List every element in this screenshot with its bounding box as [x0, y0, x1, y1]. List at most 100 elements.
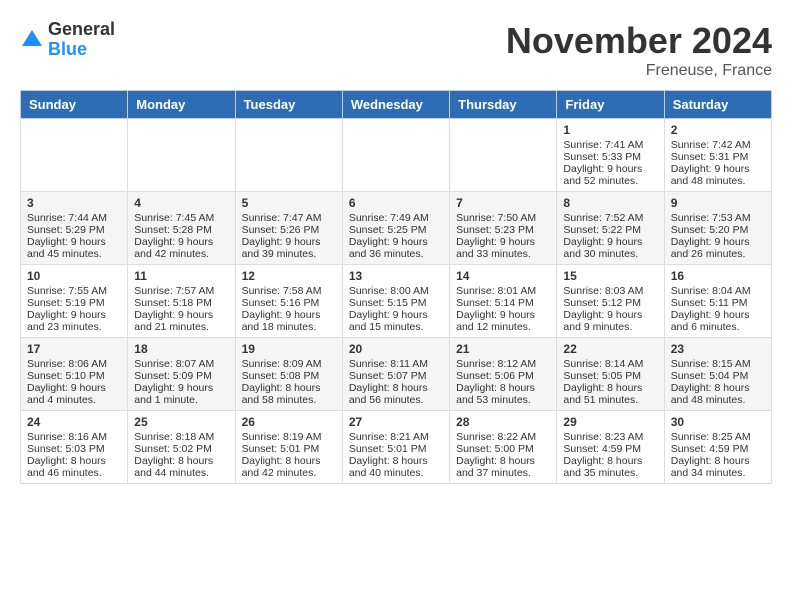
sunset-text: Sunset: 5:22 PM — [563, 224, 657, 236]
daylight-text: Daylight: 9 hours and 48 minutes. — [671, 163, 765, 187]
sunrise-text: Sunrise: 7:49 AM — [349, 212, 443, 224]
sunset-text: Sunset: 5:33 PM — [563, 151, 657, 163]
sunrise-text: Sunrise: 7:45 AM — [134, 212, 228, 224]
sunset-text: Sunset: 5:00 PM — [456, 443, 550, 455]
day-number: 3 — [27, 196, 121, 210]
calendar-cell — [235, 119, 342, 192]
calendar-cell: 16 Sunrise: 8:04 AM Sunset: 5:11 PM Dayl… — [664, 265, 771, 338]
daylight-text: Daylight: 9 hours and 12 minutes. — [456, 309, 550, 333]
daylight-text: Daylight: 9 hours and 21 minutes. — [134, 309, 228, 333]
calendar-cell: 18 Sunrise: 8:07 AM Sunset: 5:09 PM Dayl… — [128, 338, 235, 411]
daylight-text: Daylight: 8 hours and 53 minutes. — [456, 382, 550, 406]
sunrise-text: Sunrise: 8:00 AM — [349, 285, 443, 297]
day-number: 28 — [456, 415, 550, 429]
daylight-text: Daylight: 8 hours and 44 minutes. — [134, 455, 228, 479]
sunset-text: Sunset: 5:25 PM — [349, 224, 443, 236]
sunset-text: Sunset: 4:59 PM — [563, 443, 657, 455]
calendar-cell: 8 Sunrise: 7:52 AM Sunset: 5:22 PM Dayli… — [557, 192, 664, 265]
daylight-text: Daylight: 8 hours and 35 minutes. — [563, 455, 657, 479]
sunrise-text: Sunrise: 7:42 AM — [671, 139, 765, 151]
calendar-week-row: 1 Sunrise: 7:41 AM Sunset: 5:33 PM Dayli… — [21, 119, 772, 192]
sunset-text: Sunset: 5:08 PM — [242, 370, 336, 382]
sunrise-text: Sunrise: 8:09 AM — [242, 358, 336, 370]
calendar-cell: 23 Sunrise: 8:15 AM Sunset: 5:04 PM Dayl… — [664, 338, 771, 411]
weekday-header: Monday — [128, 91, 235, 119]
calendar-cell: 17 Sunrise: 8:06 AM Sunset: 5:10 PM Dayl… — [21, 338, 128, 411]
sunrise-text: Sunrise: 8:15 AM — [671, 358, 765, 370]
sunset-text: Sunset: 5:04 PM — [671, 370, 765, 382]
sunrise-text: Sunrise: 7:55 AM — [27, 285, 121, 297]
sunrise-text: Sunrise: 8:16 AM — [27, 431, 121, 443]
sunset-text: Sunset: 5:01 PM — [349, 443, 443, 455]
day-number: 13 — [349, 269, 443, 283]
day-number: 22 — [563, 342, 657, 356]
weekday-header: Tuesday — [235, 91, 342, 119]
day-number: 24 — [27, 415, 121, 429]
day-number: 26 — [242, 415, 336, 429]
calendar-cell: 6 Sunrise: 7:49 AM Sunset: 5:25 PM Dayli… — [342, 192, 449, 265]
calendar-table: SundayMondayTuesdayWednesdayThursdayFrid… — [20, 90, 772, 484]
sunrise-text: Sunrise: 8:01 AM — [456, 285, 550, 297]
logo-blue-text: Blue — [48, 40, 115, 60]
sunrise-text: Sunrise: 8:07 AM — [134, 358, 228, 370]
sunset-text: Sunset: 5:05 PM — [563, 370, 657, 382]
logo: General Blue — [20, 20, 115, 60]
sunrise-text: Sunrise: 8:12 AM — [456, 358, 550, 370]
day-number: 10 — [27, 269, 121, 283]
day-number: 18 — [134, 342, 228, 356]
sunrise-text: Sunrise: 8:19 AM — [242, 431, 336, 443]
weekday-header: Sunday — [21, 91, 128, 119]
day-number: 2 — [671, 123, 765, 137]
daylight-text: Daylight: 8 hours and 40 minutes. — [349, 455, 443, 479]
calendar-cell: 22 Sunrise: 8:14 AM Sunset: 5:05 PM Dayl… — [557, 338, 664, 411]
day-number: 6 — [349, 196, 443, 210]
sunrise-text: Sunrise: 8:21 AM — [349, 431, 443, 443]
calendar-cell: 24 Sunrise: 8:16 AM Sunset: 5:03 PM Dayl… — [21, 411, 128, 484]
daylight-text: Daylight: 8 hours and 56 minutes. — [349, 382, 443, 406]
daylight-text: Daylight: 8 hours and 42 minutes. — [242, 455, 336, 479]
daylight-text: Daylight: 9 hours and 15 minutes. — [349, 309, 443, 333]
sunrise-text: Sunrise: 7:41 AM — [563, 139, 657, 151]
weekday-header: Saturday — [664, 91, 771, 119]
day-number: 30 — [671, 415, 765, 429]
daylight-text: Daylight: 9 hours and 23 minutes. — [27, 309, 121, 333]
daylight-text: Daylight: 9 hours and 4 minutes. — [27, 382, 121, 406]
logo-general-text: General — [48, 20, 115, 40]
logo-icon — [20, 28, 44, 52]
daylight-text: Daylight: 9 hours and 36 minutes. — [349, 236, 443, 260]
calendar-week-row: 24 Sunrise: 8:16 AM Sunset: 5:03 PM Dayl… — [21, 411, 772, 484]
day-number: 12 — [242, 269, 336, 283]
sunset-text: Sunset: 5:03 PM — [27, 443, 121, 455]
calendar-cell: 2 Sunrise: 7:42 AM Sunset: 5:31 PM Dayli… — [664, 119, 771, 192]
day-number: 19 — [242, 342, 336, 356]
calendar-cell: 5 Sunrise: 7:47 AM Sunset: 5:26 PM Dayli… — [235, 192, 342, 265]
sunset-text: Sunset: 5:02 PM — [134, 443, 228, 455]
sunrise-text: Sunrise: 7:52 AM — [563, 212, 657, 224]
sunrise-text: Sunrise: 8:22 AM — [456, 431, 550, 443]
sunrise-text: Sunrise: 7:47 AM — [242, 212, 336, 224]
sunrise-text: Sunrise: 7:53 AM — [671, 212, 765, 224]
sunrise-text: Sunrise: 8:14 AM — [563, 358, 657, 370]
calendar-cell: 13 Sunrise: 8:00 AM Sunset: 5:15 PM Dayl… — [342, 265, 449, 338]
day-number: 7 — [456, 196, 550, 210]
daylight-text: Daylight: 9 hours and 33 minutes. — [456, 236, 550, 260]
daylight-text: Daylight: 9 hours and 42 minutes. — [134, 236, 228, 260]
day-number: 29 — [563, 415, 657, 429]
day-number: 20 — [349, 342, 443, 356]
daylight-text: Daylight: 9 hours and 6 minutes. — [671, 309, 765, 333]
sunset-text: Sunset: 5:31 PM — [671, 151, 765, 163]
weekday-header: Friday — [557, 91, 664, 119]
daylight-text: Daylight: 8 hours and 34 minutes. — [671, 455, 765, 479]
calendar-cell: 19 Sunrise: 8:09 AM Sunset: 5:08 PM Dayl… — [235, 338, 342, 411]
day-number: 21 — [456, 342, 550, 356]
sunset-text: Sunset: 5:14 PM — [456, 297, 550, 309]
day-number: 8 — [563, 196, 657, 210]
daylight-text: Daylight: 9 hours and 9 minutes. — [563, 309, 657, 333]
sunrise-text: Sunrise: 8:23 AM — [563, 431, 657, 443]
daylight-text: Daylight: 9 hours and 18 minutes. — [242, 309, 336, 333]
day-number: 16 — [671, 269, 765, 283]
day-number: 15 — [563, 269, 657, 283]
sunset-text: Sunset: 5:26 PM — [242, 224, 336, 236]
day-number: 9 — [671, 196, 765, 210]
sunset-text: Sunset: 5:23 PM — [456, 224, 550, 236]
